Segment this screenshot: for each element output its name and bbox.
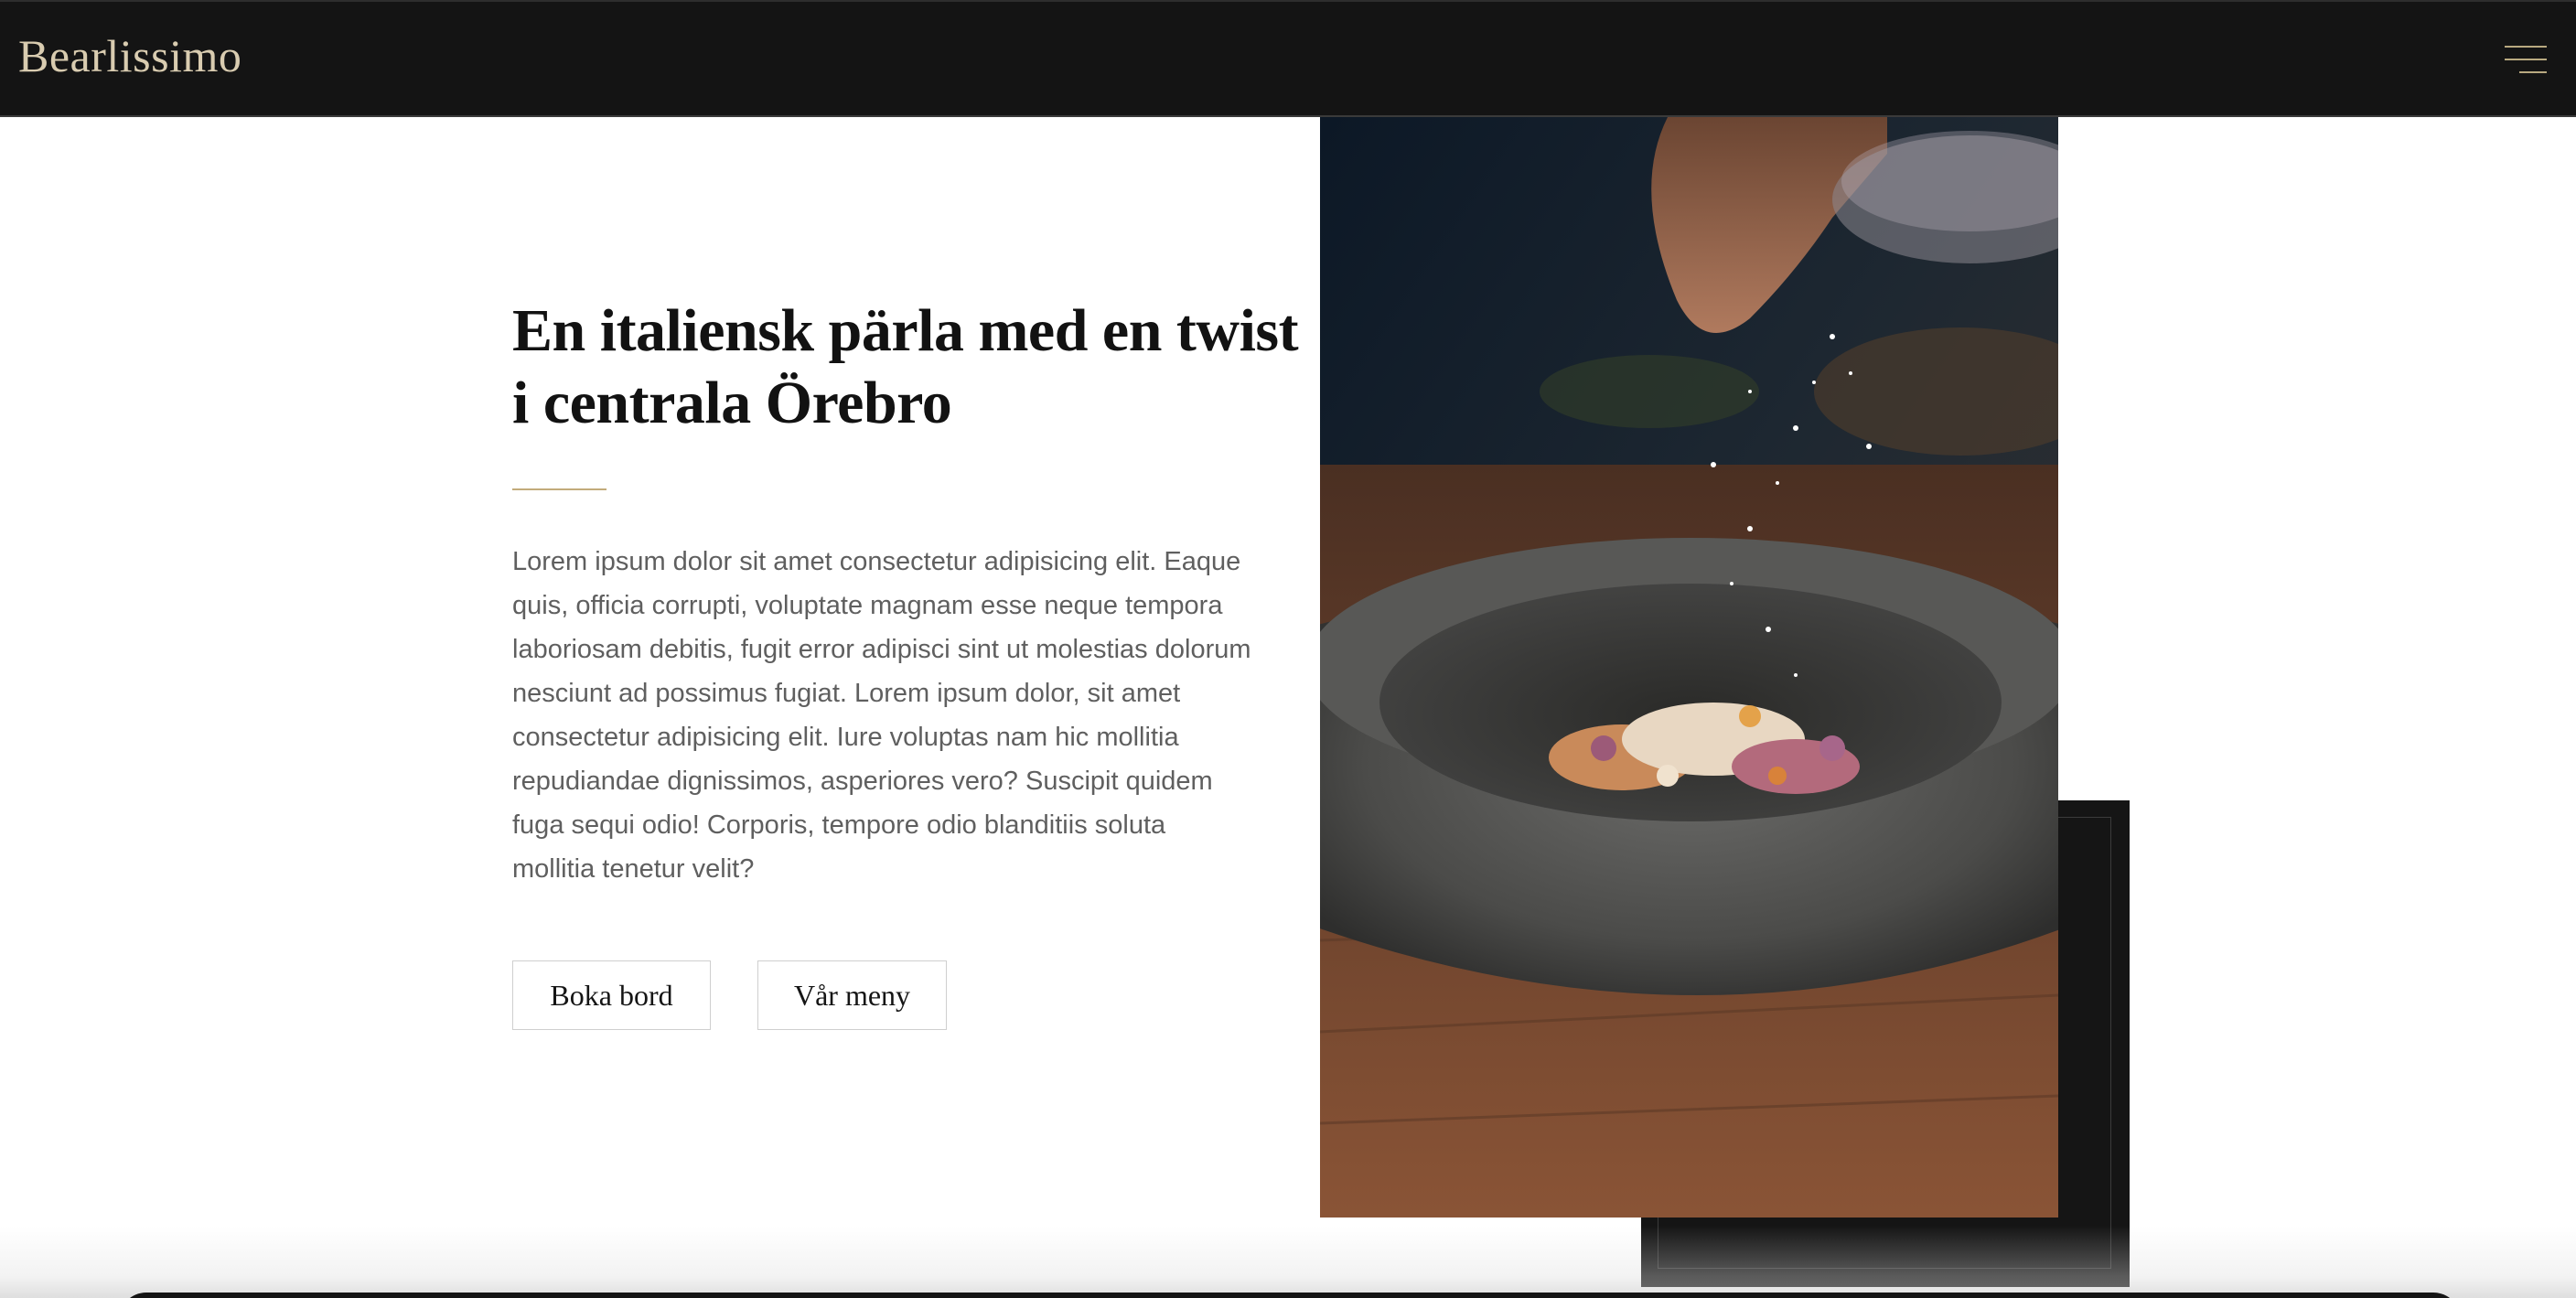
- next-section-edge: [119, 1293, 2461, 1298]
- hero-food-photo: [1320, 117, 2058, 1218]
- site-logo[interactable]: Bearlissimo: [18, 29, 242, 82]
- headline-divider: [512, 488, 606, 490]
- hamburger-menu-icon[interactable]: [2505, 44, 2550, 75]
- hero-description: Lorem ipsum dolor sit amet consectetur a…: [512, 547, 1251, 884]
- menu-line: [2505, 59, 2547, 60]
- hero-headline: En italiensk pärla med en twist i centra…: [512, 297, 1299, 436]
- menu-line: [2519, 71, 2547, 73]
- menu-line: [2505, 46, 2547, 48]
- book-table-button[interactable]: Boka bord: [512, 960, 711, 1030]
- top-navigation-bar: Bearlissimo: [0, 0, 2576, 117]
- section-shadow: [0, 1226, 2576, 1298]
- our-menu-button[interactable]: Vår meny: [757, 960, 947, 1030]
